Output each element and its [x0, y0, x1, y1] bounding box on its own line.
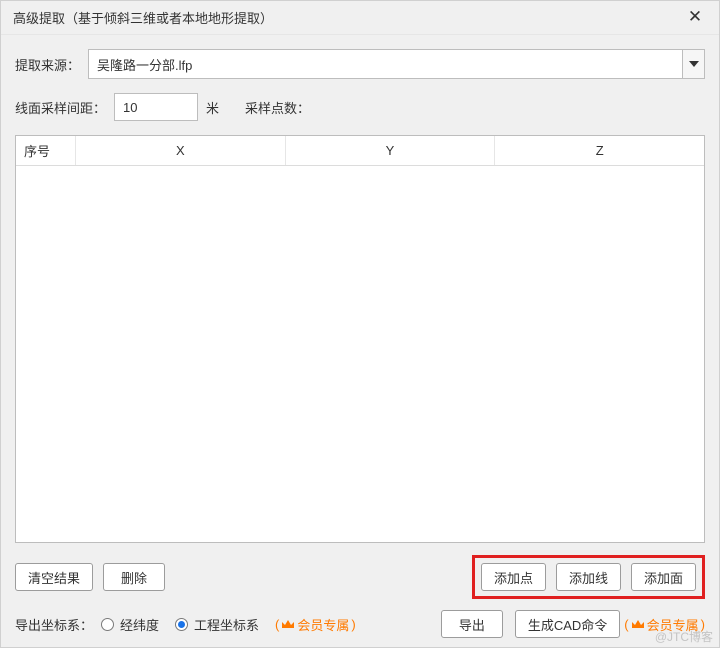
radio-lnglat-label: 经纬度	[120, 615, 159, 634]
dialog: 高级提取（基于倾斜三维或者本地地形提取） ✕ 提取来源： 吴隆路一分部.lfp …	[0, 0, 720, 648]
clear-button[interactable]: 清空结果	[15, 563, 93, 591]
sampling-row: 线面采样间距： 米 采样点数：	[15, 93, 705, 121]
table-header: 序号 X Y Z	[16, 136, 704, 166]
col-y[interactable]: Y	[286, 136, 496, 165]
gen-cad-button[interactable]: 生成CAD命令	[515, 610, 620, 638]
crown-icon	[281, 619, 295, 629]
radio-lnglat[interactable]	[101, 618, 114, 631]
action-buttons-row: 清空结果 删除 添加点 添加线 添加面	[15, 555, 705, 599]
content-area: 提取来源： 吴隆路一分部.lfp 线面采样间距： 米 采样点数： 序号 X Y …	[1, 35, 719, 647]
add-line-button[interactable]: 添加线	[556, 563, 621, 591]
vip-badge: (会员专属)	[275, 615, 356, 634]
data-table: 序号 X Y Z	[15, 135, 705, 543]
interval-label: 线面采样间距：	[15, 98, 106, 117]
radio-engineering-label: 工程坐标系	[194, 615, 259, 634]
source-combo[interactable]: 吴隆路一分部.lfp	[88, 49, 705, 79]
coord-radio-group: 经纬度 工程坐标系 (会员专属)	[101, 615, 356, 634]
export-coord-label: 导出坐标系：	[15, 615, 93, 634]
radio-engineering[interactable]	[175, 618, 188, 631]
source-label: 提取来源：	[15, 55, 80, 74]
dialog-title: 高级提取（基于倾斜三维或者本地地形提取）	[13, 8, 681, 27]
vip-badge-cad: (会员专属)	[624, 615, 705, 634]
export-row: 导出坐标系： 经纬度 工程坐标系 (会员专属) 导出 生成CAD命令 (会员专属…	[15, 609, 705, 639]
chevron-down-icon[interactable]	[682, 50, 704, 78]
crown-icon	[631, 619, 645, 629]
count-label: 采样点数：	[245, 98, 310, 117]
export-button[interactable]: 导出	[441, 610, 503, 638]
add-point-button[interactable]: 添加点	[481, 563, 546, 591]
interval-input[interactable]	[114, 93, 198, 121]
interval-unit: 米	[206, 98, 219, 117]
col-z[interactable]: Z	[495, 136, 704, 165]
col-seq[interactable]: 序号	[16, 136, 76, 165]
add-face-button[interactable]: 添加面	[631, 563, 696, 591]
table-body	[16, 166, 704, 542]
highlight-box: 添加点 添加线 添加面	[472, 555, 705, 599]
source-row: 提取来源： 吴隆路一分部.lfp	[15, 49, 705, 79]
delete-button[interactable]: 删除	[103, 563, 165, 591]
source-value: 吴隆路一分部.lfp	[97, 55, 682, 74]
close-icon[interactable]: ✕	[681, 7, 709, 29]
col-x[interactable]: X	[76, 136, 286, 165]
titlebar: 高级提取（基于倾斜三维或者本地地形提取） ✕	[1, 1, 719, 35]
